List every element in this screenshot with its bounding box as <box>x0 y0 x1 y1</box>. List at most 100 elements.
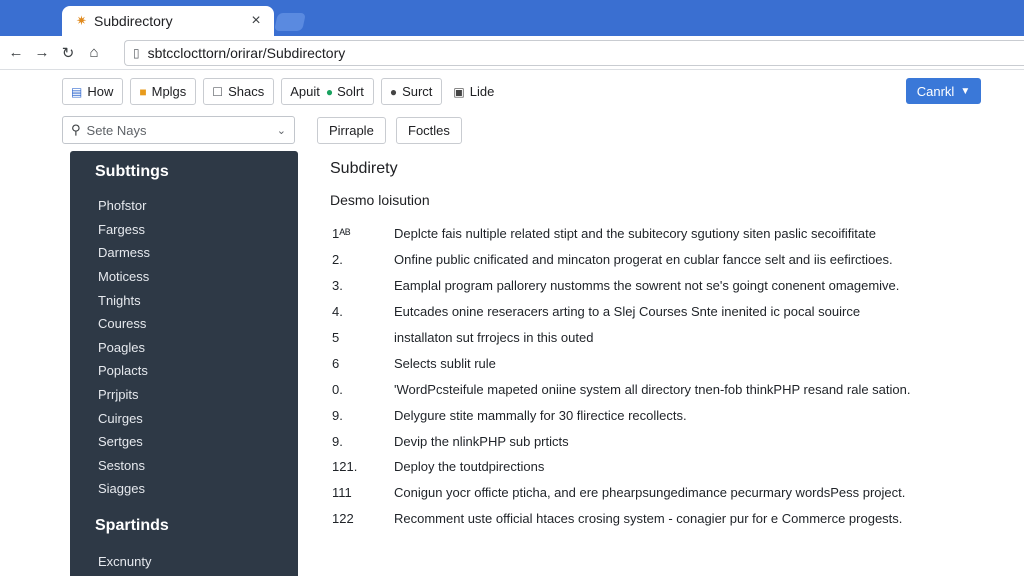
list-item: 4. Eutcades onine reseracers arting to a … <box>332 299 1012 325</box>
list-item: 121. Deploy the toutdpirections <box>332 454 1012 480</box>
sidebar-item[interactable]: Cuirges <box>98 406 150 430</box>
filter-button-2[interactable]: Foctles <box>396 117 462 144</box>
filter-button-1[interactable]: Pirraple <box>317 117 386 144</box>
search-placeholder: Sete Nays <box>86 122 147 138</box>
list-item: 3. Eamplal program pallorery nustomms the… <box>332 273 1012 299</box>
tab-title: Subdirectory <box>94 13 173 29</box>
sidebar-item[interactable]: Sertges <box>98 430 150 454</box>
browser-tab[interactable]: ✷ Subdirectory × <box>62 6 274 36</box>
item-text: Selects sublit rule <box>394 355 496 371</box>
sidebar: Subttings Phofstor Fargess Darmess Motic… <box>70 151 298 576</box>
sidebar-item[interactable]: Poagles <box>98 336 150 360</box>
list-item: 9. Devip the nlinkPHP sub prticts <box>332 428 1012 454</box>
item-number: 9. <box>332 433 343 449</box>
sidebar-item[interactable]: Siagges <box>98 477 150 501</box>
item-text: Eamplal program pallorery nustomms the s… <box>394 278 900 294</box>
item-text: 'WordPcsteifule mapeted oniine system al… <box>394 381 911 397</box>
toolbar-button-label: Surct <box>402 84 433 99</box>
page-info-icon: ▯ <box>133 46 140 60</box>
url-field[interactable]: ▯ sbtcclocttorn/orirar/Subdirectory <box>124 40 1024 66</box>
toolbar-button-label: Mplgs <box>151 84 187 99</box>
list-item: 111 Conigun yocr officte pticha, and ere … <box>332 480 1012 506</box>
section-subtitle: Desmo loisution <box>330 192 430 208</box>
item-number: 9. <box>332 407 343 423</box>
sidebar-item[interactable]: Sestons <box>98 454 150 478</box>
primary-dropdown-button[interactable]: Canrkl ▼ <box>906 78 981 104</box>
sidebar-item[interactable]: Prrjpits <box>98 383 150 407</box>
toolbar-button-mplgs[interactable]: ■ Mplgs <box>130 78 197 105</box>
toolbar-button-how[interactable]: ▤ How <box>62 78 124 105</box>
new-tab-button[interactable] <box>274 13 306 31</box>
folder-icon: ■ <box>139 84 147 99</box>
toolbar-button-label: Solrt <box>337 84 364 99</box>
sidebar-item[interactable]: Poplacts <box>98 359 150 383</box>
address-bar-row: ← → ↻ ⌂ ▯ sbtcclocttorn/orirar/Subdirect… <box>0 36 1024 70</box>
tab-close-icon[interactable]: × <box>248 12 264 30</box>
browser-titlebar: ✷ Subdirectory × <box>0 0 1024 36</box>
item-number: 4. <box>332 304 343 320</box>
item-number: 111 <box>332 485 352 501</box>
item-number: 0. <box>332 381 343 397</box>
sidebar-section-heading: Spartinds <box>95 517 169 534</box>
document-icon: ▤ <box>71 84 83 99</box>
gear-icon: ● <box>325 84 334 99</box>
item-number: 3. <box>332 278 343 294</box>
circle-icon: ● <box>389 84 398 99</box>
caret-down-icon: ▼ <box>960 85 971 97</box>
lock-icon: ▣ <box>453 84 465 99</box>
item-text: Conigun yocr officte pticha, and ere phe… <box>394 485 906 501</box>
toolbar-button-label: Shacs <box>228 84 265 99</box>
back-icon[interactable]: ← <box>4 41 28 65</box>
primary-button-label: Canrkl <box>916 83 955 99</box>
numbered-list: 1ᴬᴮ Deplcte fais nultiple related stipt a… <box>332 221 1012 532</box>
search-select[interactable]: ⚲ Sete Nays ⌄ <box>62 116 295 144</box>
item-number: 2. <box>332 252 343 268</box>
toolbar-button-label: Lide <box>469 84 495 99</box>
item-text: installaton sut frrojecs in this outed <box>394 330 594 345</box>
sidebar-item[interactable]: Phofstor <box>98 194 150 218</box>
list-item: 9. Delygure stite mammally for 30 flirect… <box>332 402 1012 428</box>
toolbar-button-lide[interactable]: ▣ Lide <box>449 78 499 105</box>
item-text: Deplcte fais nultiple related stipt and … <box>394 226 876 242</box>
item-text: Recomment uste official htaces crosing s… <box>394 511 903 527</box>
favicon-icon: ✷ <box>76 13 87 28</box>
item-text: Onfine public cnificated and mincaton pr… <box>394 252 893 268</box>
item-text: Delygure stite mammally for 30 flirectic… <box>394 407 687 423</box>
reload-icon[interactable]: ↻ <box>56 41 80 65</box>
item-text: Deploy the toutdpirections <box>394 459 545 475</box>
sidebar-item[interactable]: Couress <box>98 312 150 336</box>
sidebar-item[interactable]: Darmess <box>98 241 150 265</box>
url-text: sbtcclocttorn/orirar/Subdirectory <box>147 45 346 61</box>
item-text: Devip the nlinkPHP sub prticts <box>394 433 569 449</box>
forward-icon[interactable]: → <box>30 41 54 65</box>
list-item: 0. 'WordPcsteifule mapeted oniine system … <box>332 376 1012 402</box>
toolbar-button-apuit-solrt[interactable]: Apuit ● Solrt <box>281 78 374 105</box>
checkbox-icon: ☐ <box>212 84 224 99</box>
home-icon[interactable]: ⌂ <box>82 41 106 65</box>
toolbar: ▤ How ■ Mplgs ☐ Shacs Apuit ● Solrt ● Su… <box>62 78 499 105</box>
item-number: 5 <box>332 330 340 345</box>
sidebar-heading: Subttings <box>95 163 169 180</box>
list-item: 6 Selects sublit rule <box>332 350 1012 376</box>
search-icon: ⚲ <box>71 122 81 137</box>
item-number: 6 <box>332 355 340 371</box>
toolbar-button-label: How <box>87 84 114 99</box>
sidebar-item[interactable]: Moticess <box>98 265 150 289</box>
item-number: 1ᴬᴮ <box>332 226 351 242</box>
item-text: Eutcades onine reseracers arting to a Sl… <box>394 304 861 320</box>
page-title: Subdirety <box>330 160 398 177</box>
sidebar-item[interactable]: Fargess <box>98 218 150 242</box>
sidebar-item[interactable]: Excnunty <box>98 554 151 569</box>
list-item: 2. Onfine public cnificated and mincaton … <box>332 247 1012 273</box>
toolbar-button-surct[interactable]: ● Surct <box>380 78 443 105</box>
list-item: 122 Recomment uste official htaces crosin… <box>332 506 1012 532</box>
sidebar-item[interactable]: Tnights <box>98 288 150 312</box>
sidebar-list: Phofstor Fargess Darmess Moticess Tnight… <box>98 194 150 501</box>
item-number: 121. <box>332 459 358 475</box>
list-item: 1ᴬᴮ Deplcte fais nultiple related stipt a… <box>332 221 1012 247</box>
toolbar-button-shacs[interactable]: ☐ Shacs <box>203 78 275 105</box>
list-item: 5 installaton sut frrojecs in this outed <box>332 325 1012 351</box>
item-number: 122 <box>332 511 354 527</box>
toolbar-button-label: Apuit <box>290 84 320 99</box>
chevron-down-icon: ⌄ <box>276 124 286 137</box>
